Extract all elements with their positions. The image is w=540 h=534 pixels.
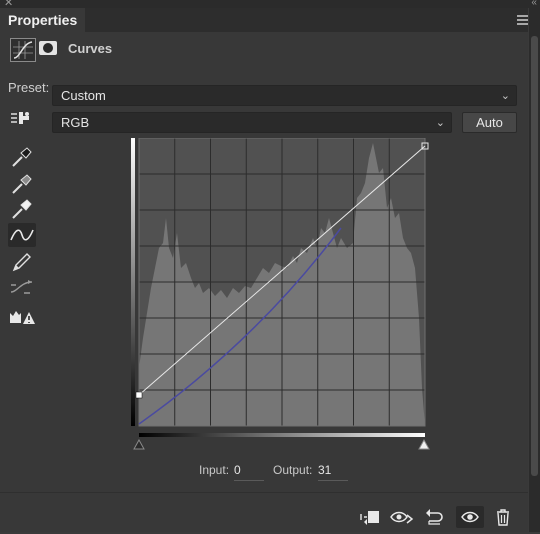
chevron-down-icon: ⌄ xyxy=(435,117,445,129)
view-previous-state-icon[interactable] xyxy=(388,506,416,528)
tab-properties[interactable]: Properties xyxy=(0,8,86,32)
chevron-down-icon: ⌄ xyxy=(500,90,510,102)
panel-divider xyxy=(0,492,528,493)
scrollbar-thumb[interactable] xyxy=(531,36,538,476)
channel-dropdown[interactable]: RGB ⌄ xyxy=(52,112,452,133)
clipping-warning-icon[interactable] xyxy=(8,305,36,329)
curves-adjustment-icon[interactable] xyxy=(10,38,36,62)
panel-tab-bar: Properties xyxy=(0,8,528,32)
smooth-curve-icon[interactable] xyxy=(8,276,36,300)
delete-adjustment-icon[interactable] xyxy=(489,506,517,528)
black-point-slider[interactable] xyxy=(133,438,145,450)
reset-adjustments-icon[interactable] xyxy=(420,506,448,528)
output-label: Output: xyxy=(273,463,313,477)
preset-value: Custom xyxy=(61,88,106,103)
output-field[interactable]: 31 xyxy=(318,463,348,481)
curve-point-selected[interactable] xyxy=(135,391,143,399)
edit-points-curve-icon[interactable] xyxy=(8,223,36,247)
white-point-slider[interactable] xyxy=(418,438,430,450)
input-gradient-bar xyxy=(139,433,425,437)
panel-menu-icon[interactable] xyxy=(517,15,528,25)
pencil-draw-icon[interactable] xyxy=(8,250,36,274)
on-image-adjustment-icon[interactable] xyxy=(8,106,36,130)
panel-scrollbar[interactable] xyxy=(529,8,540,532)
output-gradient-bar xyxy=(131,138,135,426)
properties-panel: Properties Curves Preset: Custom ⌄ RGB ⌄… xyxy=(0,8,528,532)
auto-button[interactable]: Auto xyxy=(462,112,517,133)
toggle-visibility-icon[interactable] xyxy=(456,506,484,528)
layer-mask-icon[interactable] xyxy=(39,41,57,55)
channel-value: RGB xyxy=(61,115,90,130)
curves-graph[interactable] xyxy=(131,138,431,458)
black-point-eyedropper-icon[interactable] xyxy=(8,145,36,169)
white-point-eyedropper-icon[interactable] xyxy=(8,197,36,221)
panel-top-strip: ✕ ‹‹ xyxy=(0,0,540,9)
preset-label: Preset: xyxy=(8,80,50,95)
preset-dropdown[interactable]: Custom ⌄ xyxy=(52,85,517,106)
adjustment-title: Curves xyxy=(68,41,113,56)
input-field[interactable]: 0 xyxy=(234,463,264,481)
input-label: Input: xyxy=(199,463,230,477)
gray-point-eyedropper-icon[interactable] xyxy=(8,172,36,196)
clip-to-layer-icon[interactable] xyxy=(356,506,384,528)
